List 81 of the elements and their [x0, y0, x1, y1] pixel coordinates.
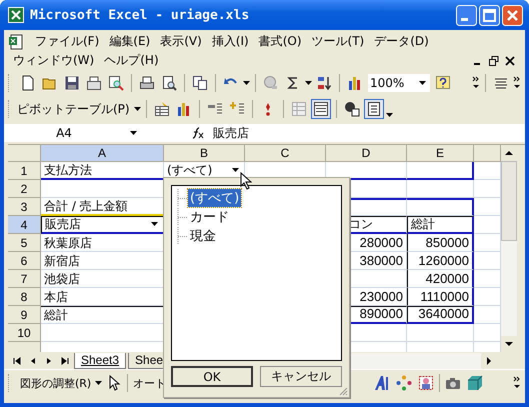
- restore-icon[interactable]: [489, 56, 499, 66]
- table-cell: 支払方法: [41, 162, 164, 180]
- menu-item[interactable]: データ(D): [369, 32, 434, 51]
- scroll-up-button[interactable]: [501, 145, 517, 161]
- dialog-button[interactable]: OK: [171, 366, 253, 387]
- row-header[interactable]: 1: [8, 162, 41, 180]
- cube-icon[interactable]: [465, 373, 486, 393]
- menu-item[interactable]: 書式(O): [254, 32, 307, 51]
- table-cell: [407, 198, 474, 216]
- table-cell: [407, 162, 474, 180]
- row-header[interactable]: 2: [8, 180, 41, 198]
- table-cell: [407, 324, 474, 342]
- resize-grip-icon[interactable]: [338, 386, 348, 396]
- row-header[interactable]: 4: [8, 216, 41, 234]
- function-icon[interactable]: [191, 127, 205, 139]
- row-header[interactable]: 8: [8, 288, 41, 306]
- caret-icon[interactable]: [305, 81, 312, 85]
- close-button[interactable]: [502, 4, 523, 26]
- row-header[interactable]: 6: [8, 252, 41, 270]
- research-icon[interactable]: [106, 73, 126, 93]
- vertical-scrollbar[interactable]: [501, 145, 517, 352]
- tree-line-icon: [176, 208, 188, 226]
- tree-line-icon: [176, 188, 188, 206]
- caret-icon[interactable]: [95, 381, 102, 385]
- table-cell: 3640000: [407, 306, 474, 324]
- row-header[interactable]: 9: [8, 306, 41, 324]
- table-cell: 850000: [407, 234, 474, 252]
- column-header[interactable]: B: [164, 145, 245, 162]
- minimize-button[interactable]: [456, 4, 477, 26]
- column-header[interactable]: D: [326, 145, 407, 162]
- row-header[interactable]: 7: [8, 270, 41, 288]
- name-box[interactable]: A4: [4, 126, 124, 140]
- spreadsheet-logo-icon: [8, 7, 24, 23]
- column-header[interactable]: A: [41, 145, 164, 162]
- report-icon[interactable]: [310, 99, 331, 119]
- row-header[interactable]: 3: [8, 198, 41, 216]
- menu-item[interactable]: 挿入(I): [206, 32, 254, 51]
- dropdown-arrow-icon[interactable]: [151, 222, 158, 226]
- caret-icon[interactable]: [386, 113, 393, 117]
- table-cell: 1110000: [407, 288, 474, 306]
- window-title: Microsoft Excel - uriage.xls: [30, 8, 250, 22]
- caret-icon[interactable]: [134, 107, 141, 111]
- scroll-thumb[interactable]: [501, 161, 517, 241]
- row-header[interactable]: 5: [8, 234, 41, 252]
- copy-icon[interactable]: [190, 73, 210, 93]
- more-chevron-icon[interactable]: [513, 375, 521, 391]
- more-chevron-icon[interactable]: [513, 75, 521, 91]
- menu-item[interactable]: ウィンドウ(W): [8, 51, 100, 70]
- menu-item[interactable]: ツール(T): [306, 32, 370, 51]
- menu-item[interactable]: ヘルプ(H): [99, 51, 164, 70]
- sheet-tab[interactable]: Sheet3: [74, 352, 126, 368]
- table-cell: [407, 180, 474, 198]
- field-list-icon[interactable]: [364, 99, 384, 119]
- caret-icon[interactable]: [130, 131, 137, 135]
- row-header[interactable]: 10: [8, 324, 41, 342]
- dropdown-arrow-icon[interactable]: [232, 168, 239, 172]
- column-header[interactable]: E: [407, 145, 474, 162]
- draw-menu[interactable]: 図形の調整(R): [18, 376, 94, 390]
- table-cell: 総計: [407, 216, 474, 234]
- filter-list[interactable]: (すべて) カード 現金: [171, 185, 342, 361]
- menu-item[interactable]: 表示(V): [155, 32, 207, 51]
- more-chevron-icon[interactable]: [472, 75, 480, 91]
- menu-item[interactable]: 編集(E): [104, 32, 156, 51]
- dialog-button[interactable]: キャンセル: [260, 366, 342, 387]
- close-icon[interactable]: [505, 56, 515, 66]
- formula-field[interactable]: 販売店: [213, 124, 525, 142]
- filter-option[interactable]: カード: [188, 208, 231, 226]
- column-header[interactable]: C: [245, 145, 326, 162]
- tree-line-icon: [176, 226, 188, 244]
- zoom-dropdown[interactable]: 100%: [367, 73, 431, 93]
- mouse-pointer-icon: [240, 172, 252, 190]
- maximize-button[interactable]: [479, 4, 500, 26]
- table-cell: 420000: [407, 270, 474, 288]
- diagram-icon[interactable]: [394, 373, 414, 393]
- table-cell: 1260000: [407, 252, 474, 270]
- pivot-table-menu[interactable]: ピボットテーブル(P): [15, 100, 132, 118]
- filter-option[interactable]: 現金: [188, 226, 218, 244]
- workbook-icon[interactable]: [8, 34, 24, 50]
- filter-option[interactable]: (すべて): [188, 188, 242, 206]
- caret-icon[interactable]: [243, 81, 250, 85]
- menu-item[interactable]: ファイル(F): [30, 32, 104, 51]
